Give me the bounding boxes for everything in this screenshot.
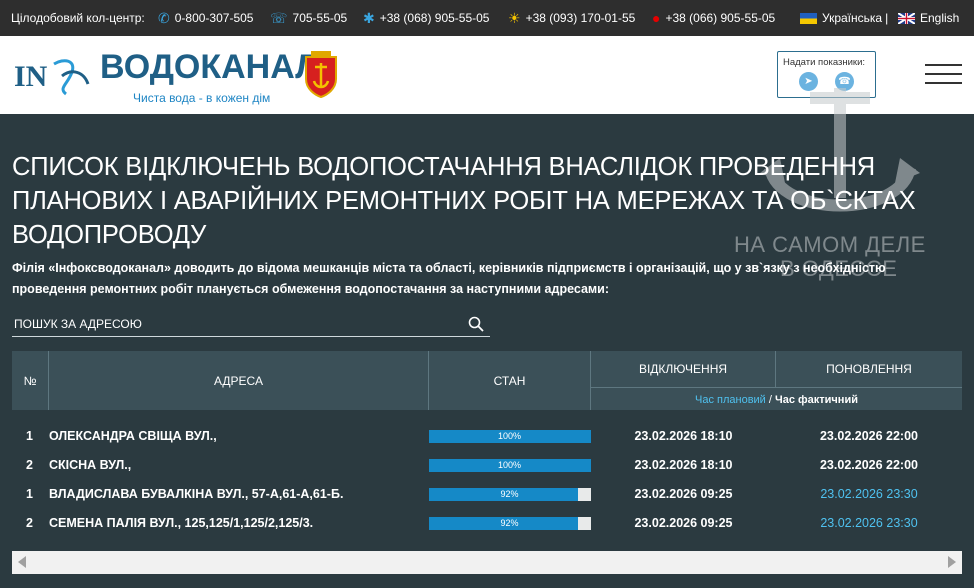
slogan: Чиста вода - в кожен дім (133, 91, 271, 105)
row-number: 2 (26, 515, 33, 530)
col-off: ВІДКЛЮЧЕННЯ (591, 351, 776, 388)
row-address: СЕМЕНА ПАЛІЯ ВУЛ., 125,125/1,125/2,125/3… (49, 515, 314, 530)
site-header: IN ВОДОКАНАЛ Чиста вода - в кожен дім На… (0, 36, 974, 114)
progress-label: 100% (497, 460, 522, 470)
scroll-left-icon[interactable] (18, 556, 26, 568)
table-row: 2 СКІСНА ВУЛ., 100% 23.02.2026 18:10 23.02.2… (12, 450, 962, 479)
viber-icon[interactable]: ☎ (835, 72, 854, 91)
table-row: 1 ОЛЕКСАНДРА СВІЩА ВУЛ., 100% 23.02.2026 18… (12, 421, 962, 450)
row-number: 1 (26, 428, 33, 443)
kyivstar-star-icon: ✱ (363, 10, 375, 26)
phone-lifecell-link[interactable]: ☀ +38 (093) 170-01-55 (508, 0, 635, 36)
phone-icon: ✆ (158, 10, 170, 26)
table-header: № АДРЕСА СТАН ВІДКЛЮЧЕННЯ ПОНОВЛЕННЯ Час… (12, 351, 962, 410)
phone-hotline-link[interactable]: ✆ 0-800-307-505 (158, 0, 253, 36)
row-restore-time: 23.02.2026 22:00 (819, 457, 918, 472)
ukraine-flag-icon (800, 12, 817, 24)
svg-text:IN: IN (14, 60, 48, 93)
progress-label: 100% (497, 431, 522, 441)
lang-ukrainian-link[interactable]: Українська | (800, 0, 888, 36)
scroll-right-icon[interactable] (948, 556, 956, 568)
telegram-icon[interactable]: ➤ (799, 72, 818, 91)
phone-city-link[interactable]: ☏ 705-55-05 (270, 0, 347, 36)
lang-english-link[interactable]: English (898, 0, 959, 36)
row-off-time: 23.02.2026 09:25 (634, 515, 733, 530)
row-off-time: 23.02.2026 18:10 (634, 457, 733, 472)
col-state: СТАН (429, 351, 591, 410)
odesa-crest-icon (303, 51, 339, 99)
search-input[interactable] (12, 313, 442, 335)
vodokanal-logo-text[interactable]: ВОДОКАНАЛ (100, 48, 319, 87)
row-off-time: 23.02.2026 09:25 (634, 486, 733, 501)
col-restore: ПОНОВЛЕННЯ (776, 351, 962, 388)
row-number: 1 (26, 486, 33, 501)
progress-bar: 92% (429, 488, 591, 501)
progress-bar: 100% (429, 459, 591, 472)
phone-kyivstar-link[interactable]: ✱ +38 (068) 905-55-05 (363, 0, 489, 36)
row-restore-time: 23.02.2026 22:00 (819, 428, 918, 443)
page-title: СПИСОК ВІДКЛЮЧЕНЬ ВОДОПОСТАЧАННЯ ВНАСЛІД… (12, 153, 916, 249)
progress-label: 92% (500, 489, 519, 499)
row-address: ОЛЕКСАНДРА СВІЩА ВУЛ., (49, 428, 217, 443)
uk-flag-icon (898, 12, 915, 24)
table-row: 1 ВЛАДИСЛАВА БУВАЛКІНА ВУЛ., 57-А,61-А,61… (12, 479, 962, 508)
progress-bar: 92% (429, 517, 591, 530)
row-number: 2 (26, 457, 33, 472)
row-restore-time: 23.02.2026 23:30 (820, 515, 918, 530)
top-contact-bar: Цілодобовий кол-центр: ✆ 0-800-307-505 ☏… (0, 0, 974, 36)
intro-text: Філія «Інфоксводоканал» доводить до відо… (12, 261, 886, 296)
row-off-time: 23.02.2026 18:10 (634, 428, 733, 443)
lifecell-icon: ☀ (508, 10, 521, 26)
horizontal-scrollbar[interactable] (12, 551, 962, 574)
col-address: АДРЕСА (49, 351, 429, 410)
search-icon[interactable] (468, 316, 484, 332)
callcenter-label: Цілодобовий кол-центр: (11, 11, 145, 25)
table-row: 2 СЕМЕНА ПАЛІЯ ВУЛ., 125,125/1,125/2,125/… (12, 508, 962, 537)
phone-vodafone-link[interactable]: ● +38 (066) 905-55-05 (652, 0, 775, 36)
col-num: № (12, 351, 49, 410)
menu-burger-button[interactable] (925, 64, 962, 91)
row-address: СКІСНА ВУЛ., (49, 457, 132, 472)
vodafone-icon: ● (652, 10, 661, 26)
old-phone-icon: ☏ (270, 10, 288, 26)
progress-bar: 100% (429, 430, 591, 443)
address-search (12, 313, 490, 337)
row-restore-time: 23.02.2026 23:30 (820, 486, 918, 501)
row-address: ВЛАДИСЛАВА БУВАЛКІНА ВУЛ., 57-А,61-А,61-… (49, 486, 344, 501)
submit-readings-box: Надати показники: ➤ ☎ (777, 51, 876, 98)
progress-label: 92% (500, 518, 519, 528)
time-legend: Час плановий / Час фактичний (591, 389, 962, 410)
infox-logo[interactable]: IN (14, 54, 94, 96)
